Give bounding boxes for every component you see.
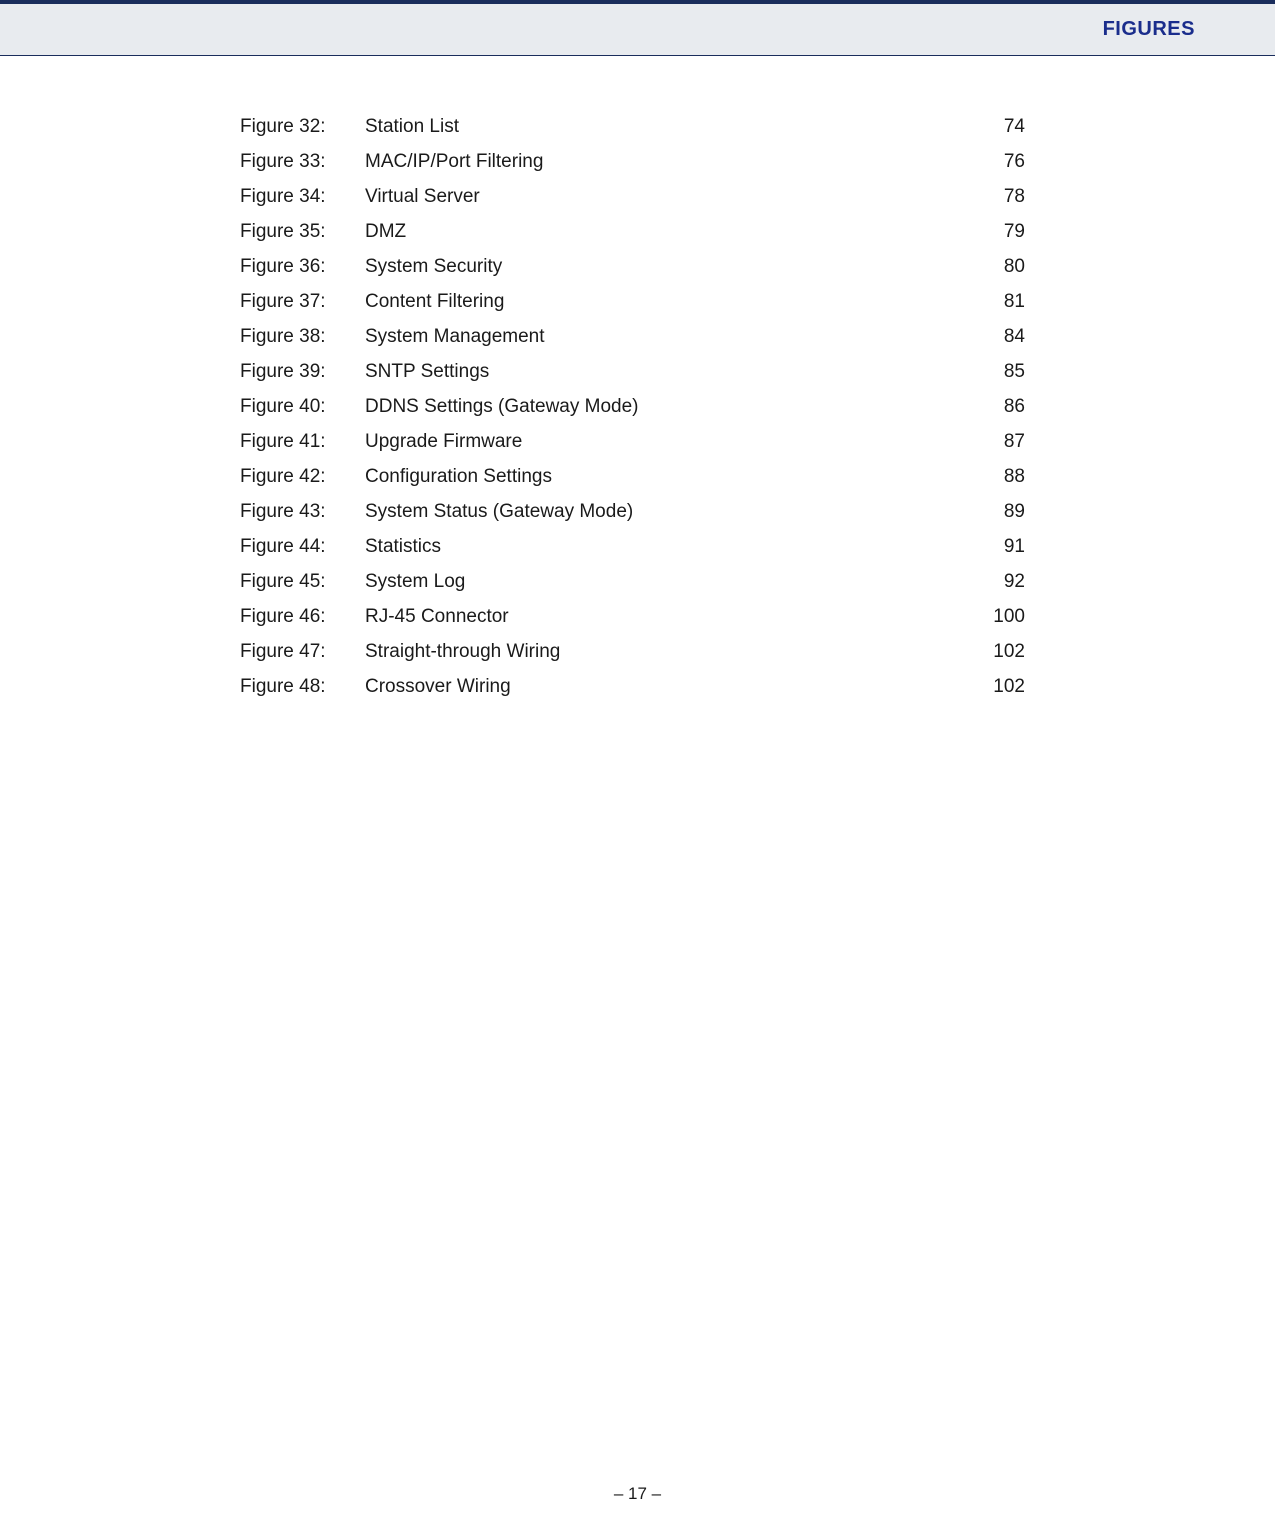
figure-page: 86 (965, 396, 1025, 418)
figure-title: System Log (365, 571, 965, 593)
figure-page: 85 (965, 361, 1025, 383)
figure-label: Figure 46: (240, 606, 365, 628)
figure-entry[interactable]: Figure 43:System Status (Gateway Mode)89 (240, 501, 1025, 523)
figure-entry[interactable]: Figure 45:System Log92 (240, 571, 1025, 593)
figure-page: 79 (965, 221, 1025, 243)
figure-title: DDNS Settings (Gateway Mode) (365, 396, 965, 418)
figure-entry[interactable]: Figure 46:RJ-45 Connector100 (240, 606, 1025, 628)
figure-title: System Management (365, 326, 965, 348)
figure-entry[interactable]: Figure 47:Straight-through Wiring102 (240, 641, 1025, 663)
figure-title: Virtual Server (365, 186, 965, 208)
figure-entry[interactable]: Figure 35:DMZ79 (240, 221, 1025, 243)
figure-page: 92 (965, 571, 1025, 593)
figure-entry[interactable]: Figure 41:Upgrade Firmware87 (240, 431, 1025, 453)
figure-label: Figure 42: (240, 466, 365, 488)
figure-entry[interactable]: Figure 39:SNTP Settings85 (240, 361, 1025, 383)
figure-label: Figure 41: (240, 431, 365, 453)
figure-entry[interactable]: Figure 37:Content Filtering81 (240, 291, 1025, 313)
figure-page: 89 (965, 501, 1025, 523)
figure-label: Figure 36: (240, 256, 365, 278)
figure-entry[interactable]: Figure 36:System Security80 (240, 256, 1025, 278)
figure-entry[interactable]: Figure 42:Configuration Settings88 (240, 466, 1025, 488)
figure-entry[interactable]: Figure 44:Statistics91 (240, 536, 1025, 558)
figure-entry[interactable]: Figure 32:Station List74 (240, 116, 1025, 138)
figure-entry[interactable]: Figure 34:Virtual Server78 (240, 186, 1025, 208)
figure-label: Figure 33: (240, 151, 365, 173)
figure-label: Figure 38: (240, 326, 365, 348)
figure-page: 87 (965, 431, 1025, 453)
figure-page: 88 (965, 466, 1025, 488)
figure-title: SNTP Settings (365, 361, 965, 383)
figure-page: 102 (965, 676, 1025, 698)
figure-title: DMZ (365, 221, 965, 243)
figure-label: Figure 40: (240, 396, 365, 418)
page-header: FIGURES (0, 0, 1275, 56)
figure-label: Figure 32: (240, 116, 365, 138)
figure-label: Figure 47: (240, 641, 365, 663)
figure-page: 74 (965, 116, 1025, 138)
figures-list-container: Figure 32:Station List74 Figure 33:MAC/IP… (0, 56, 1275, 698)
figure-title: Upgrade Firmware (365, 431, 965, 453)
figure-page: 102 (965, 641, 1025, 663)
figure-label: Figure 45: (240, 571, 365, 593)
figure-label: Figure 35: (240, 221, 365, 243)
header-title: FIGURES (1103, 18, 1195, 41)
page-footer: – 17 – (0, 1484, 1275, 1504)
figure-title: Crossover Wiring (365, 676, 965, 698)
figure-title: Station List (365, 116, 965, 138)
figure-title: Straight-through Wiring (365, 641, 965, 663)
figure-page: 84 (965, 326, 1025, 348)
figure-entry[interactable]: Figure 40:DDNS Settings (Gateway Mode)86 (240, 396, 1025, 418)
figure-label: Figure 37: (240, 291, 365, 313)
figure-label: Figure 44: (240, 536, 365, 558)
figure-page: 76 (965, 151, 1025, 173)
figure-page: 78 (965, 186, 1025, 208)
figure-title: Content Filtering (365, 291, 965, 313)
figure-label: Figure 34: (240, 186, 365, 208)
figure-title: System Status (Gateway Mode) (365, 501, 965, 523)
figure-title: RJ-45 Connector (365, 606, 965, 628)
figure-label: Figure 48: (240, 676, 365, 698)
figure-title: Statistics (365, 536, 965, 558)
figure-label: Figure 43: (240, 501, 365, 523)
figure-label: Figure 39: (240, 361, 365, 383)
page-number: – 17 – (614, 1484, 661, 1503)
figure-entry[interactable]: Figure 38:System Management84 (240, 326, 1025, 348)
figure-page: 91 (965, 536, 1025, 558)
figure-page: 81 (965, 291, 1025, 313)
figure-entry[interactable]: Figure 48:Crossover Wiring102 (240, 676, 1025, 698)
figure-title: System Security (365, 256, 965, 278)
figure-title: MAC/IP/Port Filtering (365, 151, 965, 173)
figure-title: Configuration Settings (365, 466, 965, 488)
figure-page: 100 (965, 606, 1025, 628)
figure-entry[interactable]: Figure 33:MAC/IP/Port Filtering76 (240, 151, 1025, 173)
figure-page: 80 (965, 256, 1025, 278)
